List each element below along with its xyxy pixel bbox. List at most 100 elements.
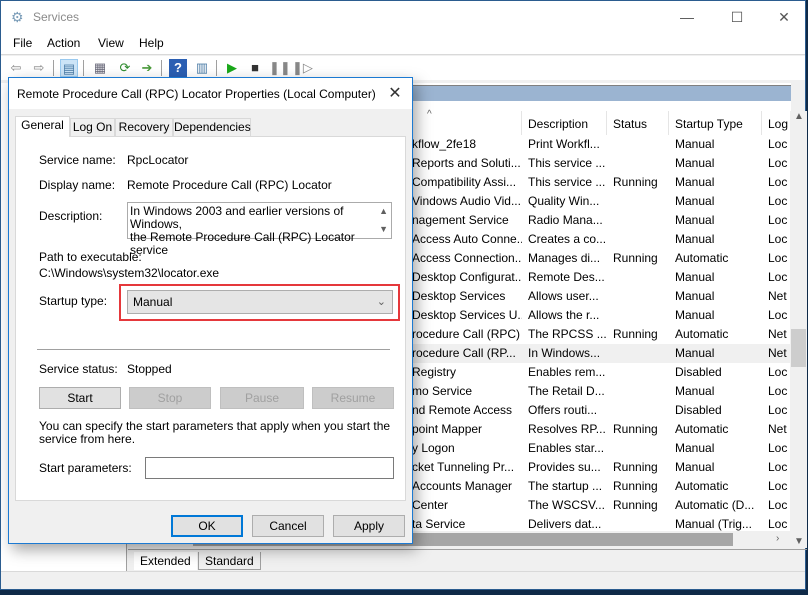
log-on-as-cell: Net — [768, 327, 787, 341]
help-icon[interactable]: ? — [169, 59, 187, 77]
dialog-title: Remote Procedure Call (RPC) Locator Prop… — [17, 87, 376, 101]
status-cell: Running — [613, 175, 658, 189]
column-header-status[interactable]: Status — [613, 113, 647, 135]
column-separator — [606, 111, 607, 135]
service-name-value: RpcLocator — [127, 153, 189, 167]
description-cell: Radio Mana... — [528, 213, 603, 227]
service-name-cell: rocedure Call (RP... — [412, 346, 516, 360]
vertical-scroll-thumb[interactable] — [791, 329, 806, 367]
properties-icon[interactable]: ▦ — [91, 59, 109, 77]
startup-type-cell: Manual — [675, 289, 715, 303]
title-bar: ⚙ Services — ☐ ✕ — [1, 1, 805, 33]
scroll-up-icon[interactable]: ▲ — [379, 205, 388, 218]
log-on-as-cell: Net — [768, 346, 787, 360]
column-header-log-on-as[interactable]: Log — [768, 113, 788, 135]
dialog-close-icon[interactable]: ✕ — [386, 83, 404, 103]
service-name-label: Service name: — [39, 153, 116, 167]
column-header-startup-type[interactable]: Startup Type — [675, 113, 743, 135]
service-name-cell: Reports and Soluti... — [412, 156, 521, 170]
back-arrow-icon[interactable]: ⇦ — [7, 59, 25, 77]
log-on-as-cell: Loc — [768, 156, 788, 170]
startup-type-cell: Automatic — [675, 422, 729, 436]
start-service-icon[interactable]: ▶ — [223, 59, 241, 77]
apply-button[interactable]: Apply — [333, 515, 405, 537]
pause-button[interactable]: Pause — [220, 387, 304, 409]
scroll-down-icon[interactable]: ▼ — [379, 223, 388, 236]
start-parameters-input[interactable] — [145, 457, 394, 479]
description-textbox[interactable]: In Windows 2003 and earlier versions of … — [127, 202, 392, 257]
minimize-icon[interactable]: — — [664, 1, 710, 33]
startup-type-cell: Manual — [675, 213, 715, 227]
tab-standard[interactable]: Standard — [198, 552, 261, 570]
log-on-as-cell: Loc — [768, 194, 788, 208]
log-on-as-cell: Loc — [768, 460, 788, 474]
log-on-as-cell: Loc — [768, 498, 788, 512]
cancel-button[interactable]: Cancel — [252, 515, 324, 537]
start-parameters-hint: You can specify the start parameters tha… — [39, 419, 391, 446]
status-cell: Running — [613, 479, 658, 493]
startup-type-cell: Disabled — [675, 365, 722, 379]
status-bar — [1, 571, 805, 591]
toolbar-separator — [53, 60, 54, 76]
sort-ascending-icon: ^ — [427, 109, 432, 120]
description-line-2: the Remote Procedure Call (RPC) Locator … — [130, 230, 355, 257]
service-name-cell: y Logon — [412, 441, 455, 455]
startup-type-cell: Manual — [675, 194, 715, 208]
menu-file[interactable]: File — [13, 36, 32, 50]
log-on-as-cell: Loc — [768, 384, 788, 398]
description-cell: Enables star... — [528, 441, 605, 455]
status-cell: Running — [613, 498, 658, 512]
resume-button[interactable]: Resume — [312, 387, 394, 409]
stop-service-icon[interactable]: ■ — [246, 59, 264, 77]
startup-type-cell: Manual — [675, 270, 715, 284]
tab-recovery[interactable]: Recovery — [115, 118, 173, 136]
startup-type-cell: Manual — [675, 441, 715, 455]
menu-help[interactable]: Help — [139, 36, 164, 50]
menu-action[interactable]: Action — [47, 36, 80, 50]
description-cell: Creates a co... — [528, 232, 607, 246]
scroll-right-icon[interactable]: › — [776, 533, 779, 544]
refresh-icon[interactable]: ⟳ — [116, 59, 134, 77]
forward-arrow-icon[interactable]: ⇨ — [30, 59, 48, 77]
log-on-as-cell: Loc — [768, 213, 788, 227]
service-name-cell: rocedure Call (RPC) — [412, 327, 521, 341]
toolbar-separator — [83, 60, 84, 76]
log-on-as-cell: Net — [768, 289, 787, 303]
display-name-value: Remote Procedure Call (RPC) Locator — [127, 178, 332, 192]
restart-service-icon[interactable]: ❚▷ — [292, 59, 313, 77]
service-name-cell: Desktop Configurat... — [412, 270, 522, 284]
service-status-label: Service status: — [39, 362, 118, 376]
log-on-as-cell: Loc — [768, 308, 788, 322]
startup-type-value: Manual — [133, 295, 173, 309]
status-cell: Running — [613, 251, 658, 265]
tab-extended[interactable]: Extended — [134, 552, 197, 570]
startup-type-cell: Manual — [675, 156, 715, 170]
vertical-scrollbar[interactable]: ▲ ▼ — [790, 111, 807, 548]
scroll-down-icon[interactable]: ▼ — [794, 536, 804, 547]
service-name-cell: Registry — [412, 365, 457, 379]
display-name-label: Display name: — [39, 178, 116, 192]
tab-dependencies[interactable]: Dependencies — [173, 118, 251, 136]
start-button[interactable]: Start — [39, 387, 121, 409]
description-cell: The RPCSS ... — [528, 327, 607, 341]
stop-button[interactable]: Stop — [129, 387, 211, 409]
ok-button[interactable]: OK — [171, 515, 243, 537]
maximize-icon[interactable]: ☐ — [714, 1, 760, 33]
description-cell: Provides su... — [528, 460, 601, 474]
show-action-pane-icon[interactable]: ▥ — [193, 59, 211, 77]
description-cell: Print Workfl... — [528, 137, 600, 151]
service-name-cell: nagement Service — [412, 213, 509, 227]
show-hide-console-tree-icon[interactable]: ▤ — [60, 59, 78, 77]
description-cell: Resolves RP... — [528, 422, 606, 436]
menu-view[interactable]: View — [98, 36, 124, 50]
tab-general[interactable]: General — [15, 116, 70, 137]
startup-type-select[interactable]: Manual ⌄ — [127, 290, 393, 314]
export-list-icon[interactable]: ➔ — [138, 59, 156, 77]
scroll-up-icon[interactable]: ▲ — [794, 111, 804, 122]
service-status-value: Stopped — [127, 362, 172, 376]
column-separator — [761, 111, 762, 135]
pause-service-icon[interactable]: ❚❚ — [269, 59, 291, 77]
column-header-description[interactable]: Description — [528, 113, 588, 135]
tab-log-on[interactable]: Log On — [70, 118, 115, 136]
close-icon[interactable]: ✕ — [761, 1, 807, 33]
